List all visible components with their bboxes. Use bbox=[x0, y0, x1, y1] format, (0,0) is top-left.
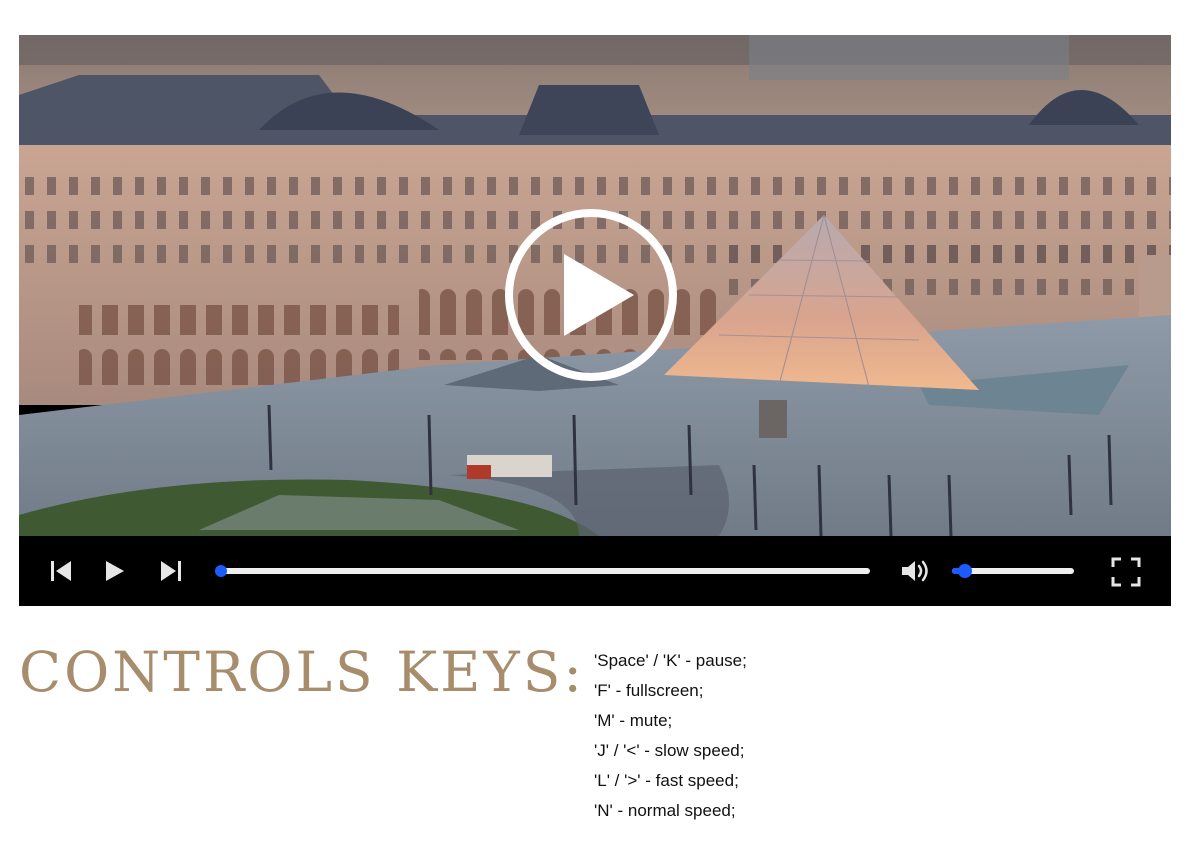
skip-previous-icon bbox=[51, 561, 71, 581]
volume-thumb[interactable] bbox=[958, 564, 973, 578]
play-overlay-button[interactable] bbox=[502, 206, 680, 384]
control-bar bbox=[19, 536, 1171, 606]
key-hint-fullscreen: 'F' - fullscreen; bbox=[594, 681, 704, 700]
video-frame[interactable] bbox=[19, 35, 1171, 536]
skip-next-icon bbox=[161, 561, 181, 581]
controls-keys-heading-text: Controls keys: bbox=[19, 640, 585, 704]
key-hint-mute: 'M' - mute; bbox=[594, 711, 673, 730]
play-button[interactable] bbox=[102, 558, 128, 584]
key-hint-fast-speed: 'L' / '>' - fast speed; bbox=[594, 771, 739, 790]
progress-thumb[interactable] bbox=[215, 565, 227, 577]
controls-keys-list: 'Space' / 'K' - pause; 'F' - fullscreen;… bbox=[594, 646, 747, 826]
key-hint-normal-speed: 'N' - normal speed; bbox=[594, 801, 736, 820]
controls-keys-heading: Controls keys: bbox=[19, 640, 585, 704]
fullscreen-button[interactable] bbox=[1111, 557, 1141, 587]
key-hint-pause: 'Space' / 'K' - pause; bbox=[594, 651, 747, 670]
volume-slider[interactable] bbox=[950, 564, 1074, 578]
play-circle-icon bbox=[505, 209, 677, 381]
progress-track bbox=[218, 568, 870, 574]
volume-icon bbox=[902, 560, 928, 582]
previous-button[interactable] bbox=[49, 558, 75, 584]
play-icon bbox=[106, 561, 124, 581]
mute-button[interactable] bbox=[900, 557, 932, 585]
key-hint-slow-speed: 'J' / '<' - slow speed; bbox=[594, 741, 745, 760]
next-button[interactable] bbox=[157, 558, 183, 584]
video-player bbox=[19, 35, 1171, 606]
fullscreen-icon bbox=[1111, 557, 1141, 587]
progress-slider[interactable] bbox=[215, 565, 870, 577]
